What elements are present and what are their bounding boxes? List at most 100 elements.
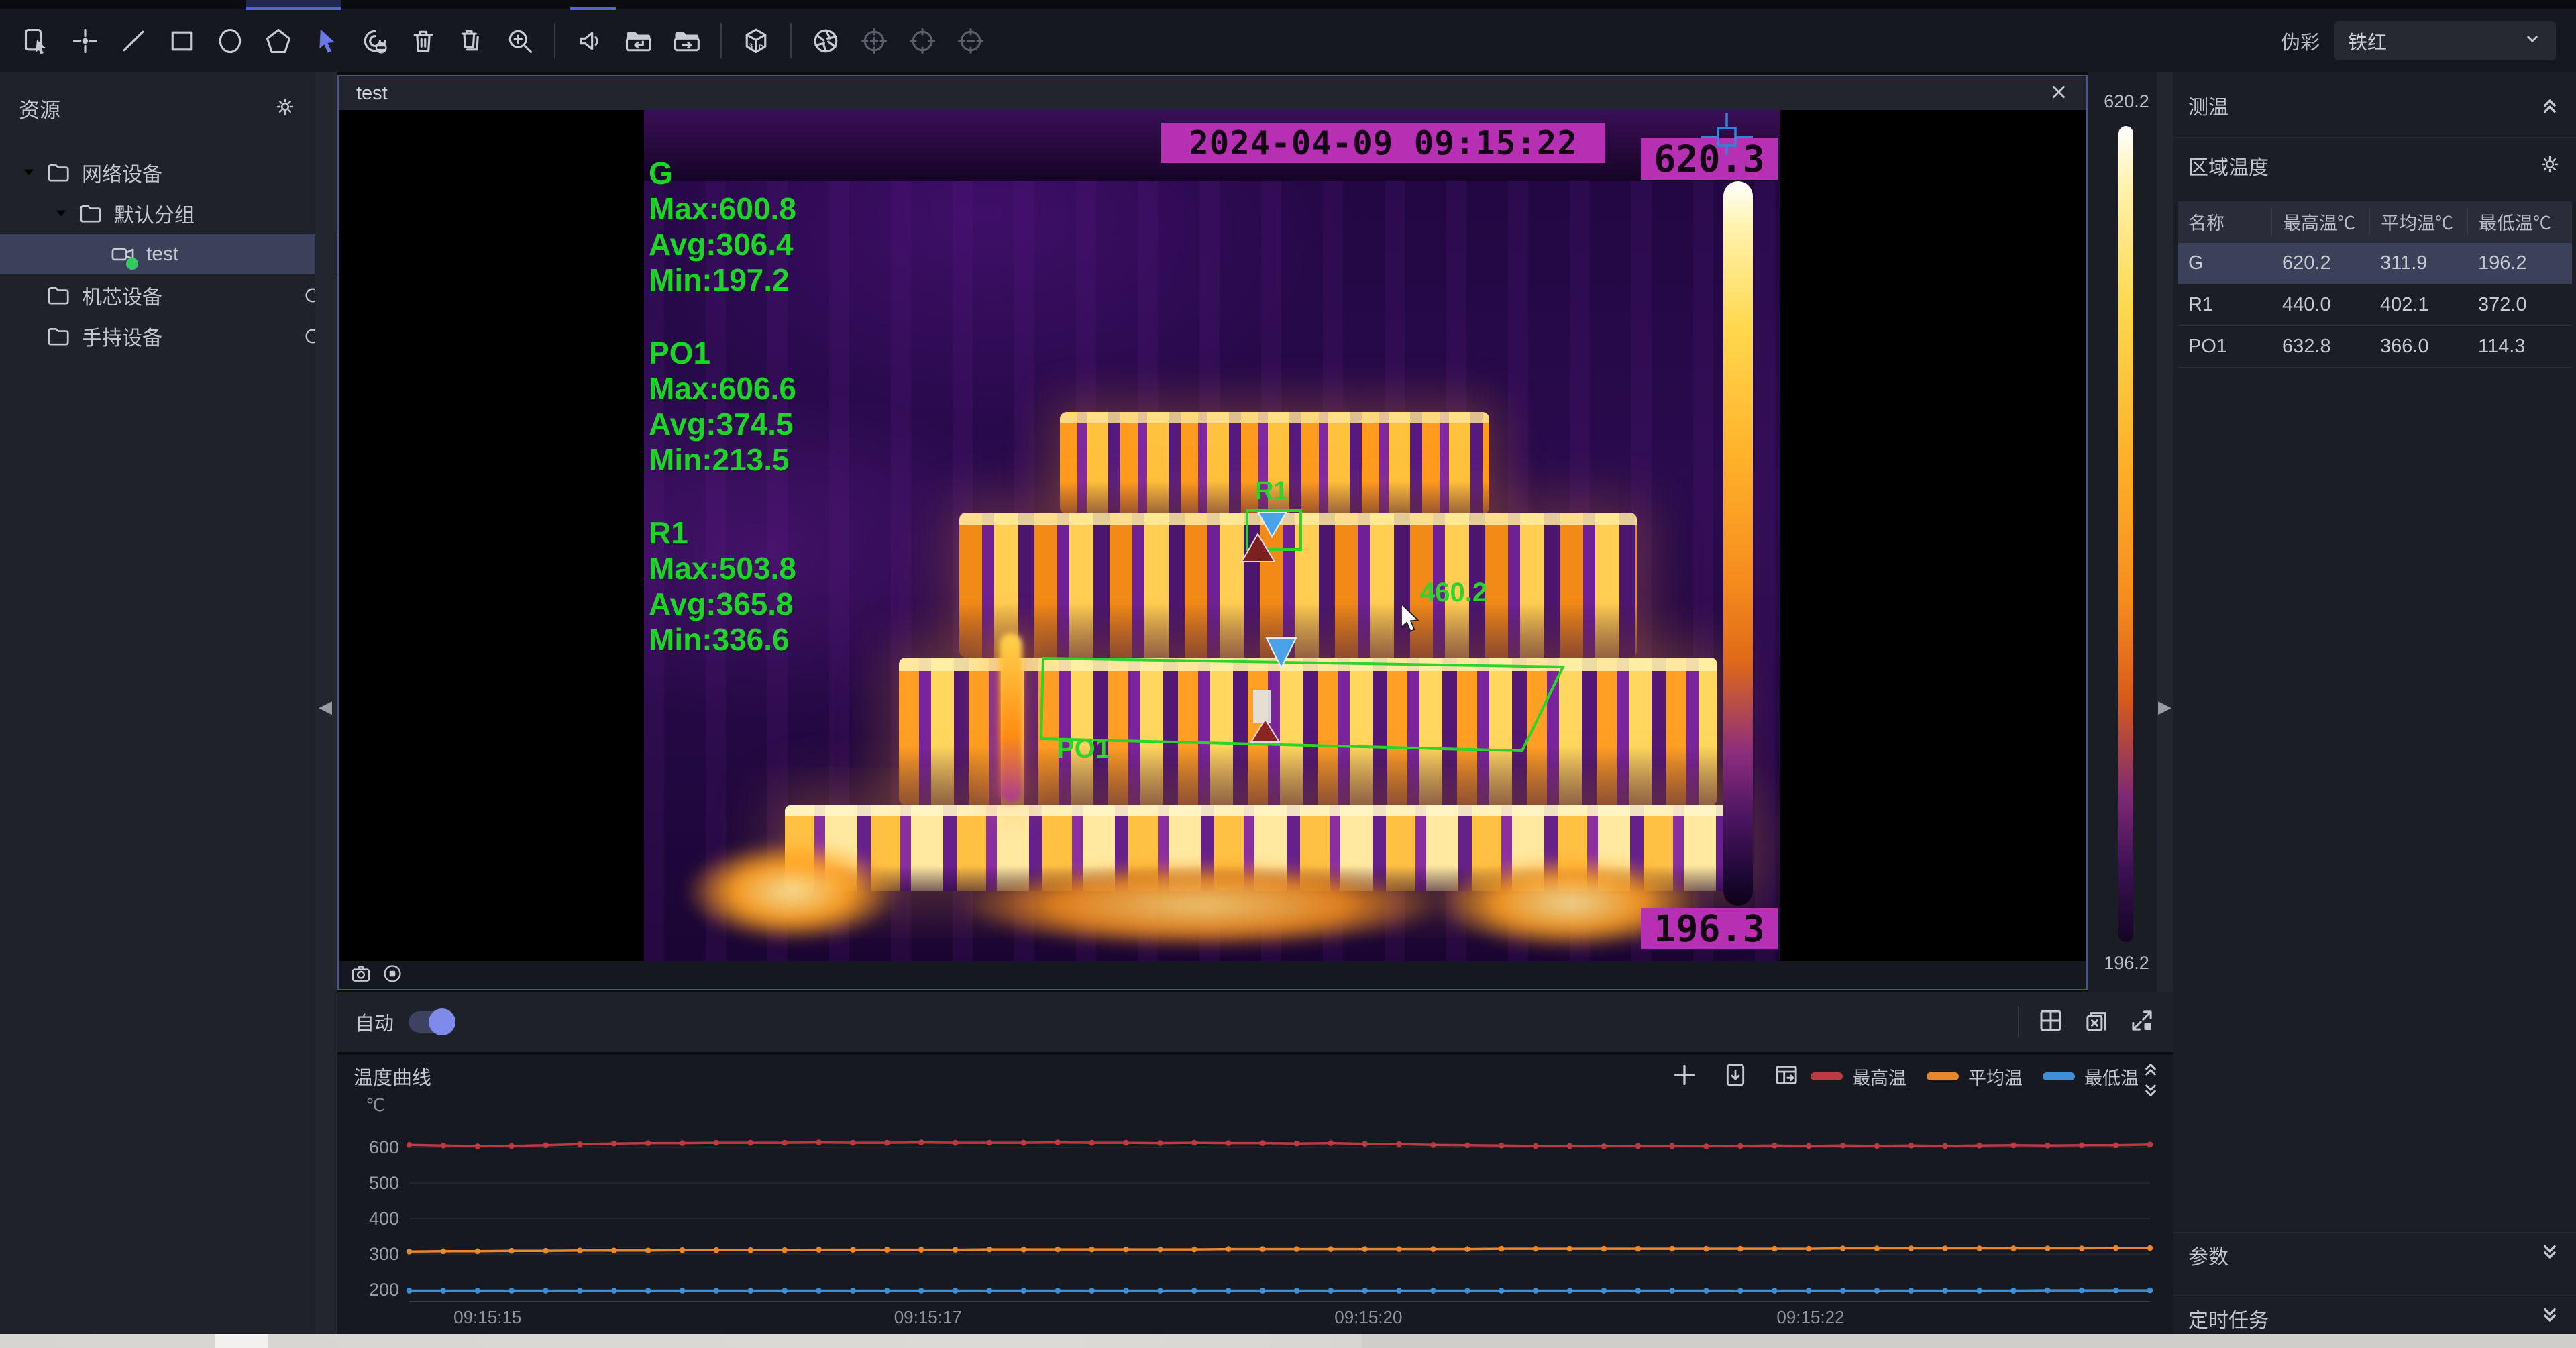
sidebar-item-label: 手持设备 <box>82 321 162 351</box>
svg-text:R1: R1 <box>1255 477 1288 505</box>
gear-icon[interactable] <box>274 95 297 121</box>
target-add-icon <box>859 26 889 56</box>
gear-icon[interactable] <box>2538 153 2561 179</box>
series-line-最高温 <box>409 1143 2150 1147</box>
chevron-down-icon <box>2522 29 2542 52</box>
colorbar-gradient <box>2118 126 2133 942</box>
camera-video-icon <box>110 242 136 267</box>
tool-cube-3d-button[interactable]: 3D <box>737 21 775 60</box>
auto-toggle[interactable] <box>409 1011 453 1033</box>
right-panel: 测温 区域温度 名称最高温℃平均温℃最低温℃G620.2311.9196.2R1… <box>2174 72 2576 1334</box>
temperature-chart[interactable]: ℃60050040030020009:15:1509:15:1709:15:20… <box>337 1055 2174 1334</box>
tool-line-button[interactable] <box>114 21 153 60</box>
table-cell: 402.1 <box>2369 294 2467 316</box>
tool-point-button[interactable] <box>66 21 105 60</box>
table-row-PO1[interactable]: PO1632.8366.0114.3 <box>2178 326 2572 368</box>
target-icon <box>908 26 937 56</box>
table-cell: 114.3 <box>2467 335 2572 358</box>
region-temp-title: 区域温度 <box>2188 151 2269 180</box>
y-tick-label: 300 <box>369 1244 399 1264</box>
chevrons-down-icon[interactable] <box>2538 1306 2561 1332</box>
resource-sidebar: 资源 网络设备默认分组 test机芯设备手持设备 <box>0 72 315 1334</box>
snapshot-button[interactable] <box>350 962 372 988</box>
tool-polygon-button[interactable] <box>259 21 298 60</box>
sidebar-item-手持设备[interactable]: 手持设备 <box>0 315 335 356</box>
cube-3d-icon: 3D <box>741 26 771 56</box>
window-top-strip <box>0 0 2576 9</box>
min-marker <box>1251 719 1279 742</box>
table-cell: 平均温℃ <box>2369 209 2467 235</box>
tool-cursor-button[interactable] <box>307 21 346 60</box>
annotation-polygon-PO1[interactable]: PO1 <box>1041 638 1563 764</box>
thermometry-title: 测温 <box>2188 91 2229 120</box>
table-cell: 最高温℃ <box>2271 209 2369 235</box>
sidebar-collapse-strip[interactable]: ◀ <box>315 72 337 1334</box>
table-cell: R1 <box>2178 294 2271 316</box>
divider <box>2174 1232 2576 1233</box>
y-tick-label: 600 <box>369 1137 399 1157</box>
x-tick-label: 09:15:20 <box>1334 1307 1402 1327</box>
tool-folder-import-button[interactable] <box>619 21 657 60</box>
params-section-header[interactable]: 参数 <box>2174 1235 2576 1276</box>
svg-text:D: D <box>759 43 764 51</box>
table-row-R1[interactable]: R1440.0402.1372.0 <box>2178 284 2572 326</box>
table-cell: 366.0 <box>2369 335 2467 358</box>
tool-ellipse-button[interactable] <box>211 21 250 60</box>
folder-icon <box>46 282 71 308</box>
tool-zoom-in-button[interactable] <box>500 21 539 60</box>
svg-text:3: 3 <box>749 42 753 50</box>
sidebar-collapse-handle[interactable]: ◀ <box>318 696 333 717</box>
tool-audio-button[interactable] <box>570 21 609 60</box>
tool-clear-shapes-button[interactable] <box>356 21 394 60</box>
colorbar-max-label: 620.2 <box>2100 91 2153 112</box>
palette-group: 伪彩 铁红 <box>2281 9 2556 72</box>
spot-marker <box>1253 690 1271 723</box>
sidebar-item-机芯设备[interactable]: 机芯设备 <box>0 274 335 315</box>
table-cell: 372.0 <box>2467 294 2572 316</box>
tool-folder-export-button[interactable] <box>667 21 706 60</box>
colorbar-min-label: 196.2 <box>2097 953 2156 974</box>
spot-temp-label: 460.2 <box>1420 578 1487 607</box>
close-icon[interactable] <box>2049 82 2069 105</box>
caret-down-icon[interactable] <box>52 205 70 222</box>
palette-select[interactable]: 铁红 <box>2334 21 2556 60</box>
right-panel-collapse-handle[interactable]: ▶ <box>2157 696 2172 717</box>
tool-delete-all-button[interactable] <box>452 21 491 60</box>
thermal-view[interactable]: G Max:600.8 Avg:306.4 Min:197.2PO1 Max:6… <box>339 110 2086 961</box>
sidebar-item-网络设备[interactable]: 网络设备 <box>0 152 335 193</box>
caret-down-icon[interactable] <box>20 164 38 181</box>
folder-export-icon <box>672 26 701 56</box>
folder-icon <box>46 323 71 349</box>
right-panel-collapse-strip[interactable]: ▶ <box>2157 72 2174 992</box>
thermometry-section-header[interactable]: 测温 <box>2174 85 2576 126</box>
tool-rectangle-button[interactable] <box>162 21 201 60</box>
annotation-rect-R1[interactable]: R1 <box>1242 477 1301 562</box>
sidebar-item-label: 默认分组 <box>114 199 195 228</box>
select-area-icon <box>22 26 52 56</box>
palette-selected-value: 铁红 <box>2348 27 2387 55</box>
tool-target-add-button[interactable] <box>855 21 894 60</box>
fullscreen-button[interactable] <box>2128 1006 2156 1038</box>
record-button[interactable] <box>382 963 403 988</box>
chevrons-down-icon[interactable] <box>2538 1243 2561 1269</box>
toolbar-divider <box>720 23 722 58</box>
ellipse-icon <box>215 26 245 56</box>
table-row-G[interactable]: G620.2311.9196.2 <box>2178 243 2572 284</box>
schedule-section-header[interactable]: 定时任务 <box>2174 1298 2576 1339</box>
sidebar-item-默认分组[interactable]: 默认分组 <box>0 193 368 234</box>
audio-icon <box>575 26 604 56</box>
video-tab-header[interactable]: test <box>339 76 2086 110</box>
chevron-down-icon <box>2522 29 2542 49</box>
tool-select-area-button[interactable] <box>17 21 56 60</box>
point-icon <box>70 26 100 56</box>
close-all-button[interactable] <box>2082 1006 2110 1038</box>
tool-delete-button[interactable] <box>404 21 443 60</box>
y-tick-label: 400 <box>369 1208 399 1229</box>
tool-aperture-button[interactable] <box>806 21 845 60</box>
sidebar-item-label: 网络设备 <box>82 158 162 187</box>
grid-layout-button[interactable] <box>2037 1006 2065 1038</box>
tool-target-remove-button[interactable] <box>951 21 990 60</box>
y-axis-unit: ℃ <box>366 1095 385 1115</box>
tool-target-button[interactable] <box>903 21 942 60</box>
chevrons-up-icon[interactable] <box>2538 93 2561 119</box>
